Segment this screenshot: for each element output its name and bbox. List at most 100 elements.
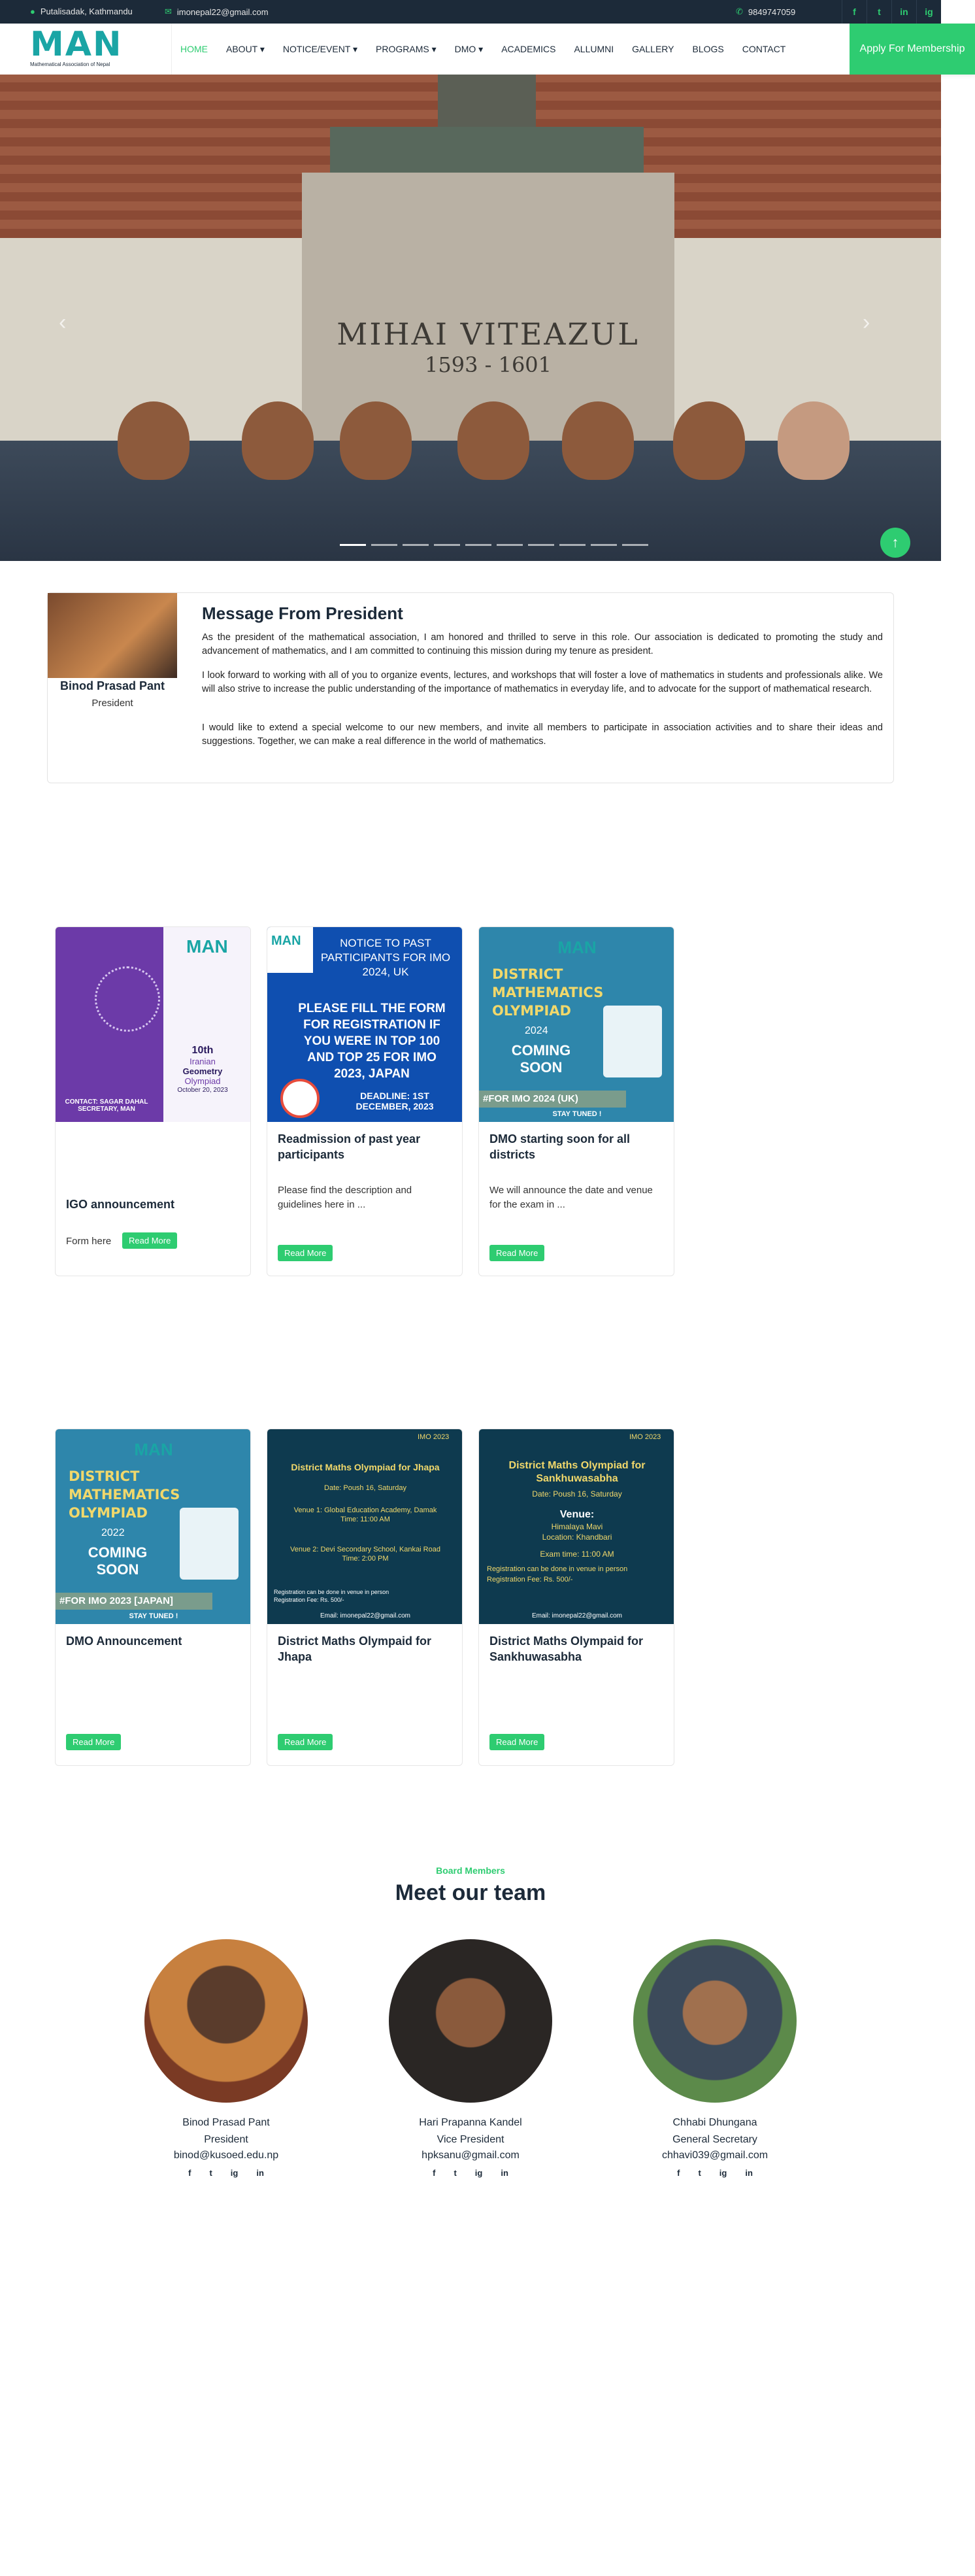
instagram-icon[interactable]: ig xyxy=(475,2168,483,2178)
arrow-up-icon: ↑ xyxy=(891,534,899,551)
slide-indicator[interactable] xyxy=(528,544,554,546)
slide-indicator[interactable] xyxy=(403,544,429,546)
read-more-button[interactable]: Read More xyxy=(122,1232,178,1249)
scroll-top-button[interactable]: ↑ xyxy=(880,528,910,558)
poster-head: NOTICE TO PAST PARTICIPANTS FOR IMO 2024… xyxy=(320,937,451,978)
phone-info[interactable]: ✆ 9849747059 xyxy=(736,7,795,17)
nav-about[interactable]: ABOUT ▾ xyxy=(217,44,274,55)
dmo-card: IMO 2023 District Maths Olympiad for San… xyxy=(478,1429,674,1766)
map-pin-icon: ● xyxy=(30,7,35,16)
hero-person xyxy=(242,401,314,480)
facebook-icon[interactable]: f xyxy=(677,2168,680,2178)
card-title: DMO Announcement xyxy=(66,1635,182,1648)
slide-indicator[interactable] xyxy=(434,544,460,546)
logo-mark: MAN xyxy=(30,25,123,64)
nav-allumni[interactable]: ALLUMNI xyxy=(565,44,623,54)
member-email[interactable]: chhavi039@gmail.com xyxy=(617,2150,813,2161)
linkedin-icon[interactable]: in xyxy=(745,2168,753,2178)
slide-indicator[interactable] xyxy=(622,544,648,546)
nav-programs[interactable]: PROGRAMS ▾ xyxy=(367,44,446,55)
nav-academics[interactable]: ACADEMICS xyxy=(492,44,565,54)
hero-person xyxy=(340,401,412,480)
slide-indicator[interactable] xyxy=(465,544,491,546)
linkedin-icon[interactable]: in xyxy=(256,2168,264,2178)
card-title: DMO starting soon for all districts xyxy=(489,1132,631,1161)
hero-person xyxy=(673,401,745,480)
message-paragraph: I would like to extend a special welcome… xyxy=(202,722,883,747)
twitter-icon[interactable]: t xyxy=(698,2168,701,2178)
slide-indicator[interactable] xyxy=(497,544,523,546)
nav-gallery[interactable]: GALLERY xyxy=(623,44,683,54)
hero-pedestal-top xyxy=(330,127,644,173)
dmo-card: MAN DISTRICT MATHEMATICS OLYMPIAD 2022 C… xyxy=(55,1429,251,1766)
seal-icon xyxy=(280,1079,320,1118)
apply-membership-button[interactable]: Apply For Membership xyxy=(850,24,975,75)
location-text: Putalisadak, Kathmandu xyxy=(40,7,133,16)
twitter-icon[interactable]: t xyxy=(867,0,891,24)
linkedin-icon[interactable]: in xyxy=(891,0,916,24)
slide-indicator[interactable] xyxy=(559,544,586,546)
poster-tag: #FOR IMO 2024 (UK) xyxy=(479,1091,626,1108)
poster-email: Email: imonepal22@gmail.com xyxy=(532,1612,622,1619)
nav-notice-event[interactable]: NOTICE/EVENT ▾ xyxy=(274,44,367,55)
instagram-icon[interactable]: ig xyxy=(231,2168,239,2178)
student-illustration xyxy=(603,1006,662,1077)
top-social-links: f t in ig xyxy=(842,0,941,24)
phone-text[interactable]: 9849747059 xyxy=(748,7,795,17)
message-title: Message From President xyxy=(202,603,403,623)
linkedin-icon[interactable]: in xyxy=(501,2168,508,2178)
poster-time: Time: 2:00 PM xyxy=(342,1555,389,1563)
nav-dmo[interactable]: DMO ▾ xyxy=(446,44,493,55)
avatar xyxy=(633,1939,797,2103)
read-more-button[interactable]: Read More xyxy=(278,1734,333,1750)
nav-home[interactable]: HOME xyxy=(171,44,217,54)
facebook-icon[interactable]: f xyxy=(188,2168,191,2178)
envelope-icon: ✉ xyxy=(165,7,172,16)
facebook-icon[interactable]: f xyxy=(842,0,867,24)
member-email[interactable]: binod@kusoed.edu.np xyxy=(128,2150,324,2161)
site-logo[interactable]: MAN Mathematical Association of Nepal xyxy=(30,26,140,72)
geometry-icon xyxy=(95,966,160,1032)
facebook-icon[interactable]: f xyxy=(433,2168,435,2178)
dmo-card: IMO 2023 District Maths Olympiad for Jha… xyxy=(267,1429,463,1766)
igo-poster: MAN 10th Iranian Geometry Olympiad Octob… xyxy=(56,927,250,1122)
read-more-button[interactable]: Read More xyxy=(66,1734,122,1750)
member-email[interactable]: hpksanu@gmail.com xyxy=(372,2150,569,2161)
poster-badge: IMO 2023 xyxy=(629,1433,661,1441)
slide-indicator[interactable] xyxy=(591,544,617,546)
slide-indicator[interactable] xyxy=(371,544,397,546)
read-more-button[interactable]: Read More xyxy=(489,1245,545,1261)
twitter-icon[interactable]: t xyxy=(454,2168,456,2178)
instagram-icon[interactable]: ig xyxy=(916,0,941,24)
poster-registration: Registration can be done in venue in per… xyxy=(274,1589,389,1595)
poster-year: 2024 xyxy=(525,1025,548,1036)
member-social-links: f t ig in xyxy=(372,2168,569,2178)
email-text[interactable]: imonepal22@gmail.com xyxy=(177,7,269,17)
poster-venue: Venue 2: Devi Secondary School, Kankai R… xyxy=(290,1546,440,1553)
team-member: Chhabi Dhungana General Secretary chhavi… xyxy=(617,1939,813,2178)
president-name: Binod Prasad Pant xyxy=(59,679,165,692)
member-name: Hari Prapanna Kandel xyxy=(419,2117,522,2128)
avatar xyxy=(389,1939,552,2103)
sankhuwasabha-poster: IMO 2023 District Maths Olympiad for San… xyxy=(479,1429,674,1624)
email-info[interactable]: ✉ imonepal22@gmail.com xyxy=(165,7,269,17)
avatar xyxy=(144,1939,308,2103)
chevron-left-icon[interactable]: ‹ xyxy=(59,310,66,335)
nav-blogs[interactable]: BLOGS xyxy=(683,44,733,54)
poster-deadline: DEADLINE: 1ST DECEMBER, 2023 xyxy=(355,1091,434,1111)
notice-card: MAN 10th Iranian Geometry Olympiad Octob… xyxy=(55,926,251,1276)
president-role: President xyxy=(91,698,133,709)
hero-person xyxy=(778,401,850,480)
hero-statue xyxy=(438,75,536,133)
read-more-button[interactable]: Read More xyxy=(489,1734,545,1750)
nav-contact[interactable]: CONTACT xyxy=(733,44,795,54)
read-more-button[interactable]: Read More xyxy=(278,1245,333,1261)
poster-brand: MAN xyxy=(186,936,228,957)
twitter-icon[interactable]: t xyxy=(209,2168,212,2178)
slide-indicator[interactable] xyxy=(340,544,366,546)
chevron-right-icon[interactable]: › xyxy=(863,310,870,335)
instagram-icon[interactable]: ig xyxy=(719,2168,727,2178)
poster-stay-tuned: STAY TUNED ! xyxy=(552,1110,602,1118)
poster-text: 10th xyxy=(191,1045,214,1056)
poster-tag: #FOR IMO 2023 [JAPAN] xyxy=(56,1593,212,1610)
